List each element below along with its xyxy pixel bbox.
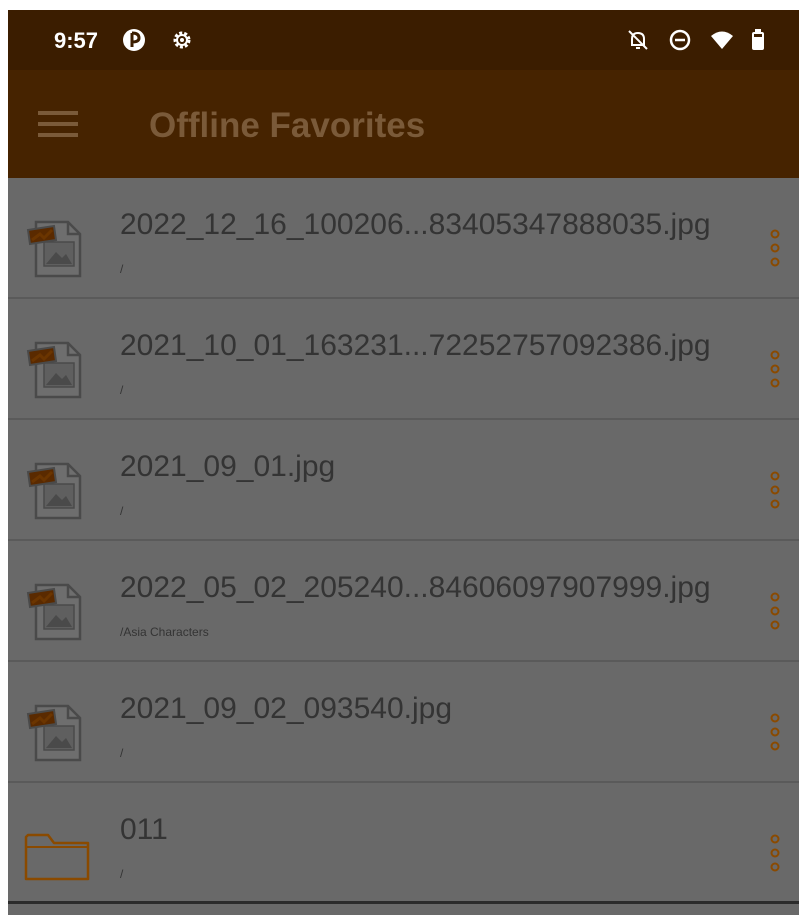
file-name: 2021_09_02_093540.jpg — [120, 692, 453, 725]
file-path: / — [120, 746, 124, 760]
file-name: 2021_09_01.jpg — [120, 450, 336, 483]
hamburger-menu-icon — [38, 108, 78, 140]
more-options-button[interactable] — [760, 347, 790, 391]
status-time: 9:57 — [54, 28, 99, 53]
more-vert-icon — [769, 228, 781, 268]
list-item[interactable]: 2022_05_02_205240...84606097907999.jpg /… — [8, 541, 799, 662]
status-bar: 9:57 — [8, 10, 799, 70]
do-not-disturb-icon — [668, 28, 692, 52]
more-options-button[interactable] — [760, 831, 790, 875]
list-item[interactable]: 2021_09_01.jpg / — [8, 420, 799, 541]
list-item[interactable]: 2021_09_02_093540.jpg / — [8, 662, 799, 783]
image-file-icon — [24, 700, 90, 766]
file-path: /Asia Characters — [120, 625, 209, 639]
more-vert-icon — [769, 349, 781, 389]
file-path: / — [120, 262, 124, 276]
more-options-button[interactable] — [760, 710, 790, 754]
more-vert-icon — [769, 470, 781, 510]
more-vert-icon — [769, 833, 781, 873]
screen: 9:57 Offline Favorites 2022_12_16_100206… — [8, 10, 799, 915]
page-title: Offline Favorites — [149, 106, 426, 145]
folder-path: / — [120, 867, 124, 881]
folder-icon — [24, 821, 90, 887]
folder-name: 011 — [120, 813, 168, 846]
image-file-icon — [24, 216, 90, 282]
battery-icon — [746, 28, 770, 52]
list-item[interactable]: 011 / — [8, 783, 799, 904]
file-path: / — [120, 383, 124, 397]
app-bar: Offline Favorites — [8, 70, 799, 178]
image-file-icon — [24, 337, 90, 403]
more-vert-icon — [769, 712, 781, 752]
file-name: 2022_05_02_205240...84606097907999.jpg — [120, 571, 711, 604]
image-file-icon — [24, 579, 90, 645]
wifi-icon — [710, 28, 734, 52]
list-item[interactable]: 2021_10_01_163231...72252757092386.jpg / — [8, 299, 799, 420]
more-options-button[interactable] — [760, 589, 790, 633]
file-name: 2022_12_16_100206...83405347888035.jpg — [120, 208, 711, 241]
more-options-button[interactable] — [760, 468, 790, 512]
favorites-list: 2022_12_16_100206...83405347888035.jpg /… — [8, 178, 799, 904]
image-file-icon — [24, 458, 90, 524]
notifications-off-icon — [626, 28, 650, 52]
file-path: / — [120, 504, 124, 518]
list-item[interactable]: 2022_12_16_100206...83405347888035.jpg / — [8, 178, 799, 299]
more-options-button[interactable] — [760, 226, 790, 270]
settings-icon — [170, 28, 194, 52]
file-name: 2021_10_01_163231...72252757092386.jpg — [120, 329, 711, 362]
app-notification-icon — [122, 28, 146, 52]
more-vert-icon — [769, 591, 781, 631]
menu-button[interactable] — [32, 98, 84, 150]
